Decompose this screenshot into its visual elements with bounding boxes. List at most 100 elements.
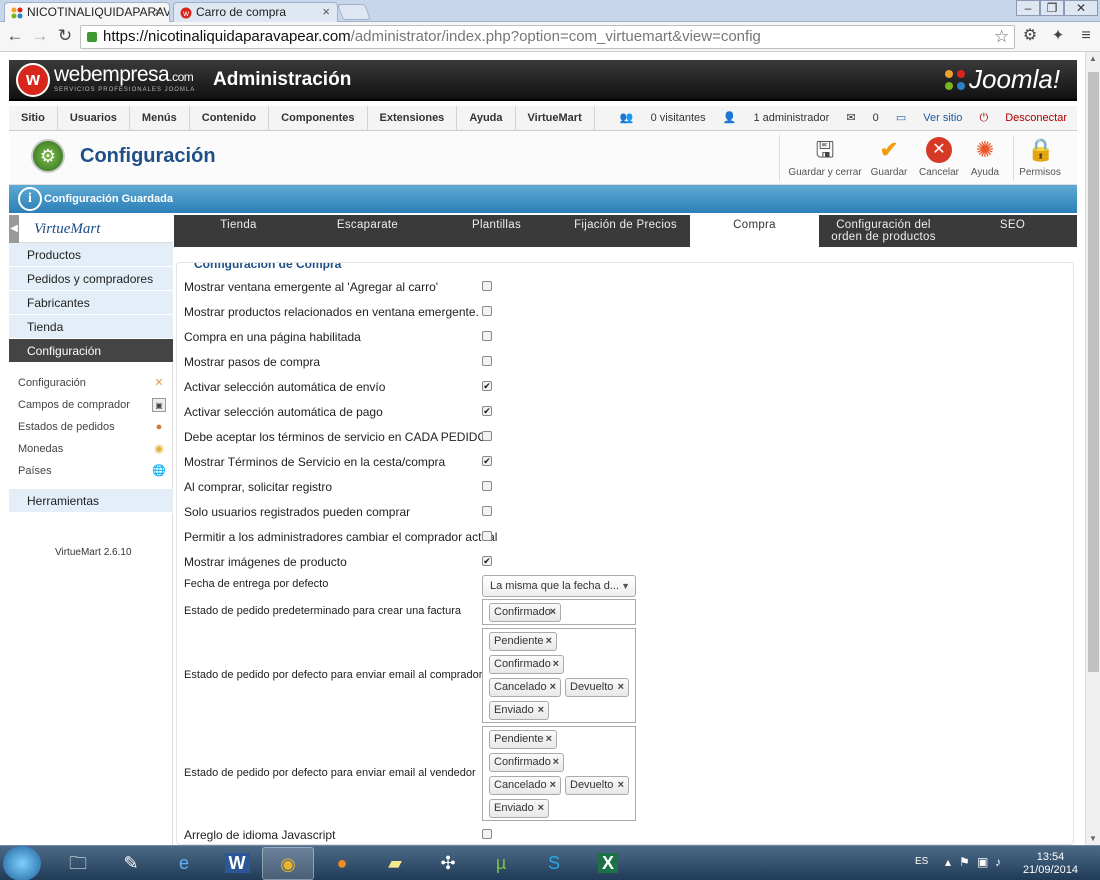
sidebar-item-herramientas[interactable]: Herramientas — [9, 489, 173, 513]
language-indicator[interactable]: ES — [915, 856, 928, 867]
save-button[interactable]: ✔ Guardar — [869, 137, 909, 178]
sidebar-item-configuracion[interactable]: Configuración — [9, 339, 173, 363]
menu-extensiones[interactable]: Extensiones — [368, 106, 458, 130]
sidebar-sub-paises[interactable]: Países 🌐 — [18, 464, 166, 478]
remove-tag-icon[interactable]: × — [546, 731, 552, 748]
sidebar-sub-configuracion[interactable]: Configuración ✕ — [18, 376, 166, 390]
sticky-notes-icon[interactable]: ▰ — [369, 847, 421, 880]
delivery-date-select[interactable]: La misma que la fecha d... ▼ — [482, 575, 636, 597]
view-site-link[interactable]: ▭ Ver sitio — [896, 112, 963, 124]
firefox-icon[interactable]: ● — [316, 847, 368, 880]
buyer-email-status-multiselect[interactable]: Pendiente × Confirmado × Cancelado × Devuel… — [482, 628, 636, 723]
save-close-button[interactable]: 🖫 Guardar y cerrar — [787, 137, 863, 178]
start-button[interactable] — [3, 846, 41, 880]
new-tab-button[interactable] — [337, 4, 371, 20]
permissions-button[interactable]: 🔒 Permisos — [1017, 137, 1063, 178]
menu-icon[interactable]: ≡ — [1076, 27, 1096, 47]
internet-explorer-icon[interactable]: e — [158, 847, 210, 880]
sidebar-item-tienda[interactable]: Tienda — [9, 315, 173, 339]
messages-count[interactable]: ✉ 0 — [846, 112, 878, 124]
cancel-button[interactable]: ✕ Cancelar — [915, 137, 963, 178]
back-arrow-icon[interactable]: ← — [5, 27, 25, 47]
menu-sitio[interactable]: Sitio — [9, 106, 58, 130]
remove-tag-icon[interactable]: × — [550, 679, 556, 696]
explorer-folder-icon[interactable]: 🗀 — [52, 847, 104, 880]
logout-link[interactable]: ⏻ Desconectar — [979, 112, 1067, 124]
sidebar-sub-campos[interactable]: Campos de comprador ▣ — [18, 398, 166, 412]
collapse-sidebar-icon[interactable]: ◀ — [9, 215, 19, 243]
invoice-status-multiselect[interactable]: Confirmado × — [482, 599, 636, 625]
skype-icon[interactable]: S — [528, 847, 580, 880]
sidebar-item-fabricantes[interactable]: Fabricantes — [9, 291, 173, 315]
tab-plantillas[interactable]: Plantillas — [432, 215, 561, 247]
clock[interactable]: 13:54 21/09/2014 — [1023, 851, 1078, 877]
address-bar[interactable]: https://nicotinaliquidaparavapear.com/ad… — [80, 25, 1015, 49]
scroll-up-icon[interactable]: ▲ — [1089, 54, 1097, 63]
remove-tag-icon[interactable]: × — [538, 800, 544, 817]
option-checkbox[interactable] — [482, 281, 492, 291]
sidebar-item-productos[interactable]: Productos — [9, 243, 173, 267]
bookmark-star-icon[interactable]: ☆ — [994, 27, 1009, 47]
menu-virtuemart[interactable]: VirtueMart — [516, 106, 595, 130]
browser-tab-cart[interactable]: w Carro de compra × — [173, 2, 338, 22]
page-scrollbar[interactable]: ▲ ▼ — [1085, 52, 1100, 845]
settings-gear-icon[interactable]: ⚙ — [1020, 27, 1040, 47]
option-checkbox[interactable]: ✔ — [482, 456, 492, 466]
option-checkbox[interactable] — [482, 481, 492, 491]
help-button[interactable]: ✺ Ayuda — [967, 137, 1003, 178]
volume-icon[interactable]: ♪ — [995, 855, 1001, 869]
menu-usuarios[interactable]: Usuarios — [58, 106, 130, 130]
flag-icon[interactable]: ⚑ — [959, 855, 970, 869]
vendor-email-status-multiselect[interactable]: Pendiente × Confirmado × Cancelado × Devuel… — [482, 726, 636, 821]
scroll-down-icon[interactable]: ▼ — [1089, 834, 1097, 843]
option-checkbox[interactable] — [482, 431, 492, 441]
network-icon[interactable]: ▣ — [977, 855, 988, 869]
menu-ayuda[interactable]: Ayuda — [457, 106, 516, 130]
tab-compra[interactable]: Compra — [690, 215, 819, 247]
option-checkbox[interactable] — [482, 331, 492, 341]
close-tab-icon[interactable]: × — [154, 3, 162, 21]
scrollbar-thumb[interactable] — [1088, 72, 1099, 672]
remove-tag-icon[interactable]: × — [538, 702, 544, 719]
menu-contenido[interactable]: Contenido — [190, 106, 270, 130]
option-checkbox[interactable]: ✔ — [482, 406, 492, 416]
word-icon[interactable]: W — [211, 847, 263, 880]
option-checkbox[interactable] — [482, 506, 492, 516]
option-checkbox[interactable] — [482, 356, 492, 366]
remove-tag-icon[interactable]: × — [618, 777, 624, 794]
option-checkbox[interactable]: ✔ — [482, 556, 492, 566]
excel-icon[interactable]: X — [582, 847, 634, 880]
tab-escaparate[interactable]: Escaparate — [303, 215, 432, 247]
tray-up-icon[interactable]: ▴ — [945, 855, 951, 869]
tab-seo[interactable]: SEO — [948, 215, 1077, 247]
reload-icon[interactable]: ↻ — [55, 27, 75, 47]
remove-tag-icon[interactable]: × — [546, 633, 552, 650]
remove-tag-icon[interactable]: × — [550, 777, 556, 794]
option-checkbox[interactable] — [482, 306, 492, 316]
chrome-icon[interactable]: ◉ — [262, 847, 314, 880]
sidebar-sub-estados[interactable]: Estados de pedidos ● — [18, 420, 166, 434]
menu-menus[interactable]: Menús — [130, 106, 190, 130]
gimp-icon[interactable]: ✎ — [105, 847, 157, 880]
minimize-button[interactable]: – — [1016, 0, 1040, 16]
tab-tienda[interactable]: Tienda — [174, 215, 303, 247]
extension-icon[interactable]: ✦ — [1048, 27, 1068, 47]
forward-arrow-icon[interactable]: → — [30, 27, 50, 47]
js-fix-checkbox[interactable] — [482, 829, 492, 839]
browser-tab-active[interactable]: NICOTINALIQUIDAPARAV × — [4, 2, 170, 22]
option-checkbox[interactable]: ✔ — [482, 381, 492, 391]
close-window-button[interactable]: ✕ — [1064, 0, 1098, 16]
remove-tag-icon[interactable]: × — [553, 656, 559, 673]
sidebar-sub-monedas[interactable]: Monedas ◉ — [18, 442, 166, 456]
option-checkbox[interactable] — [482, 531, 492, 541]
remove-tag-icon[interactable]: × — [550, 604, 556, 621]
close-tab-icon[interactable]: × — [322, 3, 330, 21]
tab-orden-productos[interactable]: Configuración del orden de productos — [819, 215, 948, 247]
remove-tag-icon[interactable]: × — [618, 679, 624, 696]
menu-componentes[interactable]: Componentes — [269, 106, 368, 130]
control-panel-icon[interactable]: ✣ — [422, 847, 474, 880]
tab-precios[interactable]: Fijación de Precios — [561, 215, 690, 247]
sidebar-item-pedidos[interactable]: Pedidos y compradores — [9, 267, 173, 291]
utorrent-icon[interactable]: µ — [475, 847, 527, 880]
maximize-button[interactable]: ❐ — [1040, 0, 1064, 16]
